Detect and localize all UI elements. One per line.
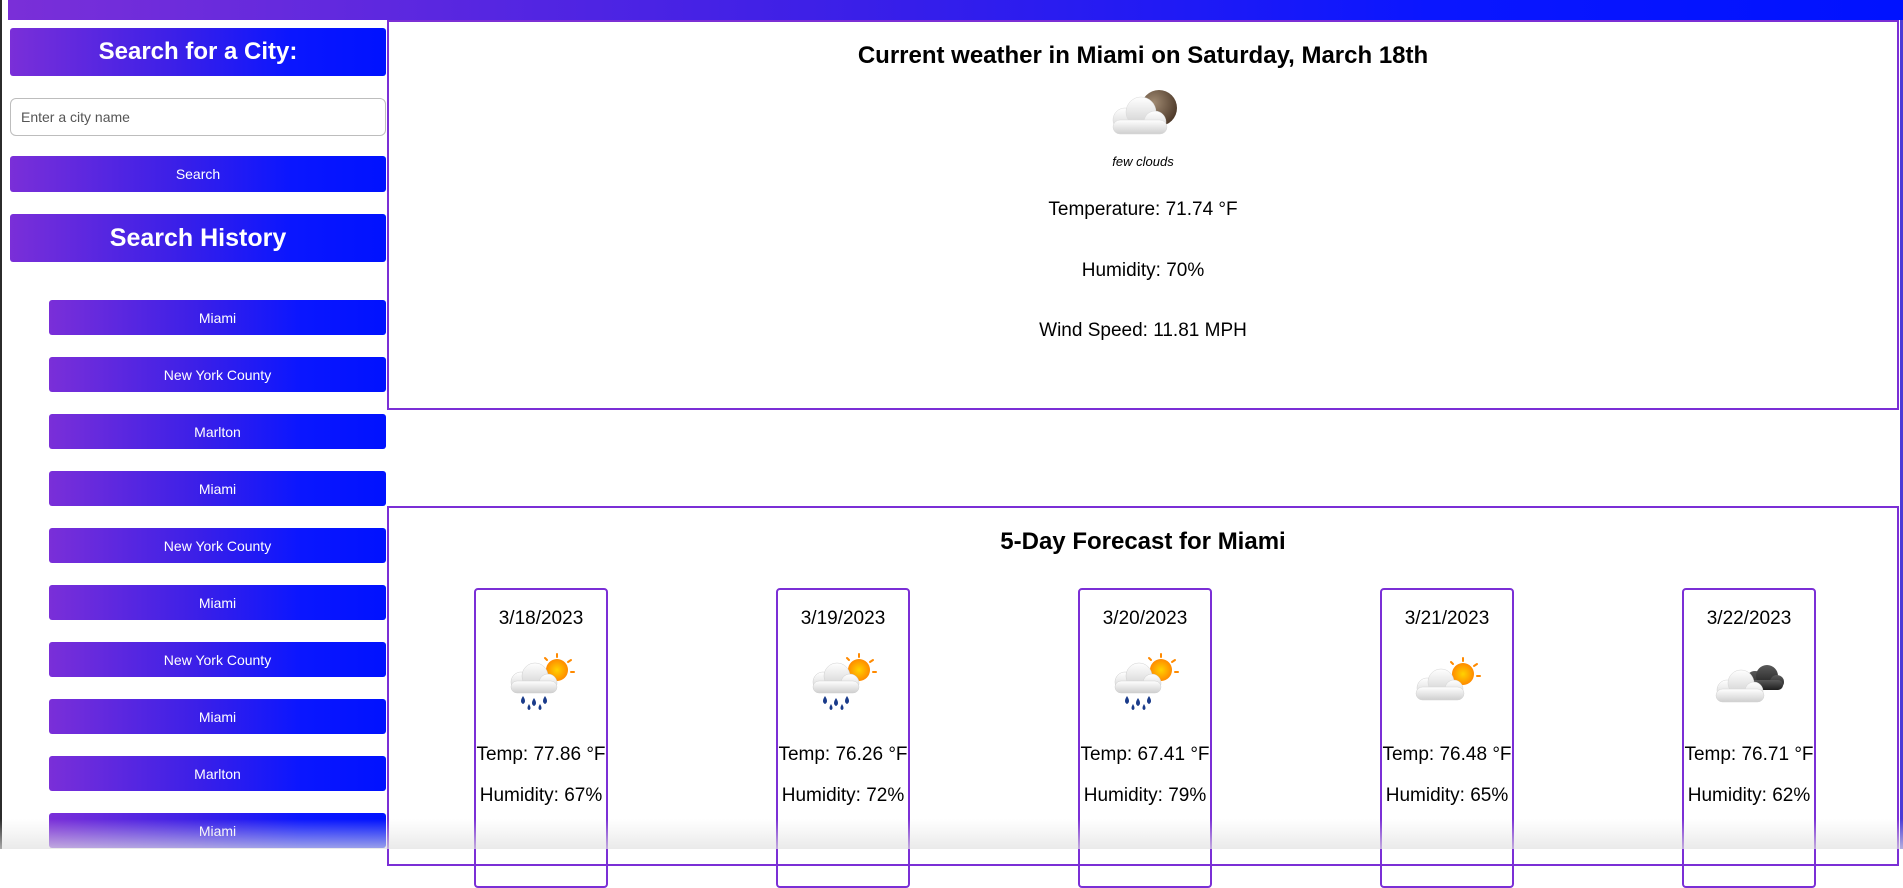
- current-temperature: Temperature: 71.74 °F: [1048, 199, 1238, 220]
- history-item[interactable]: Miami: [49, 471, 386, 506]
- forecast-card: 3/19/2023 Temp: 76.26 °F Humidity: 72%: [776, 588, 910, 888]
- forecast-date: 3/21/2023: [1404, 608, 1490, 629]
- search-history-list: Miami New York County Marlton Miami New …: [49, 300, 386, 870]
- sidebar: Search for a City: Search Search History: [10, 28, 386, 262]
- forecast-title: 5-Day Forecast for Miami: [1000, 528, 1286, 555]
- few-clouds-night-icon: [1112, 90, 1177, 135]
- search-history-title: Search History: [10, 214, 386, 262]
- current-humidity: Humidity: 70%: [1081, 260, 1205, 281]
- forecast-card: 3/21/2023 Temp: 76.48 °F Humidity: 65%: [1380, 588, 1514, 888]
- history-item[interactable]: Marlton: [49, 414, 386, 449]
- forecast-humidity: Humidity: 67%: [479, 785, 603, 806]
- rain-sun-icon: [1114, 653, 1179, 710]
- history-item[interactable]: New York County: [49, 642, 386, 677]
- history-item[interactable]: Miami: [49, 585, 386, 620]
- history-item[interactable]: New York County: [49, 357, 386, 392]
- current-wind-speed: Wind Speed: 11.81 MPH: [1039, 320, 1247, 341]
- forecast-temp: Temp: 76.71 °F: [1684, 744, 1814, 765]
- history-item[interactable]: New York County: [49, 528, 386, 563]
- forecast-humidity: Humidity: 62%: [1687, 785, 1811, 806]
- weather-description: few clouds: [1112, 154, 1174, 169]
- history-item[interactable]: Miami: [49, 813, 386, 848]
- cloud-sun-icon: [1415, 657, 1481, 701]
- forecast-card: 3/20/2023 Temp: 67.41 °F Humidity: 79%: [1078, 588, 1212, 888]
- window-left-edge: [0, 0, 2, 849]
- forecast-temp: Temp: 76.26 °F: [778, 744, 908, 765]
- rain-sun-icon: [510, 653, 575, 710]
- forecast-temp: Temp: 76.48 °F: [1382, 744, 1512, 765]
- forecast-date: 3/18/2023: [498, 608, 584, 629]
- current-weather-panel: Current weather in Miami on Saturday, Ma…: [387, 20, 1899, 410]
- forecast-card: 3/22/2023 Temp: 76.71 °F Humidity: 62%: [1682, 588, 1816, 888]
- top-header-bar: [8, 0, 1903, 20]
- history-item[interactable]: Miami: [49, 699, 386, 734]
- search-button[interactable]: Search: [10, 156, 386, 192]
- forecast-humidity: Humidity: 72%: [781, 785, 905, 806]
- forecast-humidity: Humidity: 65%: [1385, 785, 1509, 806]
- forecast-temp: Temp: 77.86 °F: [476, 744, 606, 765]
- forecast-humidity: Humidity: 79%: [1083, 785, 1207, 806]
- history-item[interactable]: Marlton: [49, 756, 386, 791]
- history-item[interactable]: Miami: [49, 300, 386, 335]
- search-title: Search for a City:: [10, 28, 386, 76]
- forecast-card: 3/18/2023 Temp: 77.86 °F Humidity: 67%: [474, 588, 608, 888]
- forecast-date: 3/22/2023: [1706, 608, 1792, 629]
- forecast-panel: 5-Day Forecast for Miami 3/18/2023 Temp:…: [387, 506, 1899, 888]
- forecast-date: 3/20/2023: [1102, 608, 1188, 629]
- rain-sun-icon: [812, 653, 877, 710]
- city-search-input[interactable]: [10, 98, 386, 136]
- current-weather-title: Current weather in Miami on Saturday, Ma…: [857, 42, 1429, 69]
- forecast-date: 3/19/2023: [800, 608, 886, 629]
- forecast-temp: Temp: 67.41 °F: [1080, 744, 1210, 765]
- broken-clouds-icon: [1715, 665, 1784, 703]
